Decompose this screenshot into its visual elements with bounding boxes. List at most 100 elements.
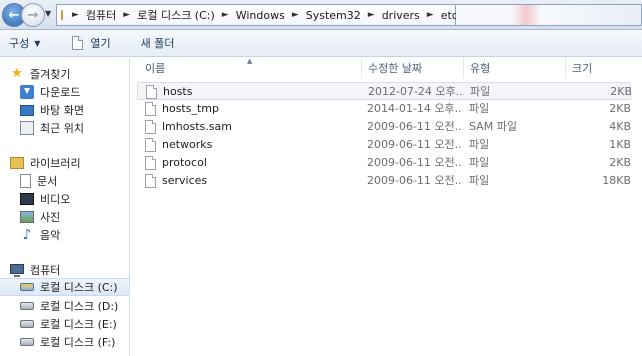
open-label: 열기 bbox=[90, 37, 111, 50]
column-header-date-modified[interactable]: 수정한 날짜 bbox=[361, 58, 463, 78]
pictures-icon bbox=[20, 211, 34, 223]
file-date-modified: 2009-06-11 오전... bbox=[367, 120, 463, 133]
sidebar-item-label: 컴퓨터 bbox=[30, 264, 61, 277]
breadcrumb-chevron-icon[interactable]: ► bbox=[222, 10, 229, 20]
breadcrumb-system32[interactable]: System32 bbox=[306, 9, 361, 22]
computer-icon bbox=[10, 264, 24, 277]
sidebar-item-pictures[interactable]: 사진 bbox=[0, 208, 129, 226]
file-name: hosts bbox=[163, 85, 193, 98]
sidebar-item-label: 로컬 디스크 (D:) bbox=[40, 300, 119, 313]
file-row[interactable]: services 2009-06-11 오전... 파일 18KB bbox=[137, 172, 631, 190]
breadcrumb-local-disk-c[interactable]: 로컬 디스크 (C:) bbox=[137, 7, 215, 23]
breadcrumb-drivers[interactable]: drivers bbox=[382, 9, 420, 22]
file-size: 2KB bbox=[610, 85, 632, 98]
sidebar-item-label: 바탕 화면 bbox=[40, 104, 84, 117]
file-icon bbox=[145, 156, 156, 170]
sidebar-libraries[interactable]: 라이브러리 bbox=[0, 154, 129, 172]
column-header-size[interactable]: 크기 bbox=[565, 58, 642, 78]
forward-button[interactable]: → bbox=[21, 3, 45, 27]
command-bar: 구성 ▼ 열기 새 폴더 bbox=[0, 30, 642, 57]
file-row[interactable]: hosts_tmp 2014-01-14 오후... 파일 2KB bbox=[137, 100, 631, 118]
sidebar-item-videos[interactable]: 비디오 bbox=[0, 190, 129, 208]
sidebar-item-recent-places[interactable]: 최근 위치 bbox=[0, 119, 129, 137]
music-note-icon: ♪ bbox=[22, 227, 32, 243]
download-folder-icon bbox=[20, 85, 34, 99]
navigation-pane: ★ 즐겨찾기 다운로드 바탕 화면 최근 위치 라이브러리 문서 비디오 사진 … bbox=[0, 58, 130, 356]
open-button[interactable]: 열기 bbox=[63, 30, 119, 57]
file-date-modified: 2009-06-11 오전... bbox=[367, 156, 463, 169]
file-size: 2KB bbox=[609, 102, 631, 115]
breadcrumb-chevron-icon[interactable]: ► bbox=[72, 10, 79, 20]
organize-label: 구성 bbox=[9, 37, 30, 50]
file-row[interactable]: hosts 2012-07-24 오후... 파일 2KB bbox=[137, 82, 632, 100]
file-icon bbox=[145, 102, 156, 116]
breadcrumb-chevron-icon[interactable]: ► bbox=[292, 10, 299, 20]
breadcrumb-chevron-icon[interactable]: ► bbox=[368, 10, 375, 20]
sidebar-item-drive-d[interactable]: 로컬 디스크 (D:) bbox=[0, 297, 129, 315]
folder-icon bbox=[61, 10, 63, 20]
file-size: 1KB bbox=[609, 138, 631, 151]
sidebar-item-drive-e[interactable]: 로컬 디스크 (E:) bbox=[0, 315, 129, 333]
column-header-label: 수정한 날짜 bbox=[368, 62, 423, 75]
sidebar-item-drive-c[interactable]: 로컬 디스크 (C:) bbox=[0, 278, 129, 296]
sidebar-item-label: 사진 bbox=[40, 211, 61, 224]
file-icon bbox=[145, 174, 156, 188]
sidebar-item-label: 최근 위치 bbox=[40, 122, 84, 135]
sidebar-item-desktop[interactable]: 바탕 화면 bbox=[0, 101, 129, 119]
file-row[interactable]: protocol 2009-06-11 오전... 파일 2KB bbox=[137, 154, 631, 172]
star-icon: ★ bbox=[11, 66, 23, 81]
sidebar-item-label: 로컬 디스크 (F:) bbox=[40, 336, 116, 349]
file-size: 2KB bbox=[609, 156, 631, 169]
documents-icon bbox=[20, 174, 31, 188]
organize-button[interactable]: 구성 ▼ bbox=[0, 30, 49, 57]
forward-arrow-icon: → bbox=[27, 7, 39, 23]
file-icon bbox=[145, 120, 156, 134]
new-folder-label: 새 폴더 bbox=[140, 37, 175, 50]
column-header: ▲ 이름 수정한 날짜 유형 크기 bbox=[131, 57, 642, 78]
sidebar-item-label: 로컬 디스크 (C:) bbox=[40, 281, 118, 294]
sidebar-item-label: 즐겨찾기 bbox=[30, 68, 71, 81]
file-date-modified: 2012-07-24 오후... bbox=[368, 85, 464, 98]
breadcrumb-computer[interactable]: 컴퓨터 bbox=[86, 7, 116, 23]
file-type: 파일 bbox=[469, 138, 490, 151]
desktop-icon bbox=[20, 104, 34, 116]
file-date-modified: 2009-06-11 오전... bbox=[367, 138, 463, 151]
file-size: 18KB bbox=[602, 174, 631, 187]
back-arrow-icon: ← bbox=[8, 7, 20, 23]
file-icon bbox=[146, 85, 157, 99]
sidebar-favorites[interactable]: ★ 즐겨찾기 bbox=[0, 65, 129, 83]
library-icon bbox=[10, 157, 24, 169]
hard-drive-icon bbox=[20, 320, 34, 328]
sidebar-item-label: 다운로드 bbox=[40, 86, 81, 99]
column-header-name[interactable]: ▲ 이름 bbox=[131, 57, 361, 78]
column-header-type[interactable]: 유형 bbox=[463, 58, 565, 78]
breadcrumb[interactable]: ► 컴퓨터 ► 로컬 디스크 (C:) ► Windows ► System32… bbox=[56, 4, 458, 26]
file-type: 파일 bbox=[469, 156, 490, 169]
breadcrumb-chevron-icon[interactable]: ► bbox=[427, 10, 434, 20]
file-list: ▲ 이름 수정한 날짜 유형 크기 hosts 2012-07-24 오후...… bbox=[131, 57, 642, 356]
recent-pages-dropdown-icon[interactable]: ▼ bbox=[45, 9, 51, 18]
file-row[interactable]: networks 2009-06-11 오전... 파일 1KB bbox=[137, 136, 631, 154]
dropdown-arrow-icon: ▼ bbox=[34, 38, 41, 48]
sidebar-item-documents[interactable]: 문서 bbox=[0, 172, 129, 190]
file-name: networks bbox=[162, 138, 213, 151]
file-date-modified: 2009-06-11 오전... bbox=[367, 174, 463, 187]
breadcrumb-windows[interactable]: Windows bbox=[236, 9, 285, 22]
sidebar-item-label: 비디오 bbox=[40, 193, 71, 206]
sidebar-item-music[interactable]: ♪ 음악 bbox=[0, 226, 129, 244]
column-header-label: 이름 bbox=[145, 62, 166, 75]
sidebar-item-label: 라이브러리 bbox=[30, 157, 81, 170]
sort-ascending-icon: ▲ bbox=[247, 57, 253, 65]
sidebar-computer[interactable]: 컴퓨터 bbox=[0, 261, 129, 279]
column-header-label: 크기 bbox=[572, 62, 593, 75]
hard-drive-icon bbox=[20, 338, 34, 346]
file-row[interactable]: lmhosts.sam 2009-06-11 오전... SAM 파일 4KB bbox=[137, 118, 631, 136]
sidebar-item-drive-f[interactable]: 로컬 디스크 (F:) bbox=[0, 333, 129, 351]
file-type: SAM 파일 bbox=[469, 120, 517, 133]
new-folder-button[interactable]: 새 폴더 bbox=[132, 30, 184, 57]
breadcrumb-chevron-icon[interactable]: ► bbox=[123, 10, 130, 20]
sidebar-item-downloads[interactable]: 다운로드 bbox=[0, 83, 129, 101]
recent-places-icon bbox=[20, 121, 34, 135]
hard-drive-icon bbox=[20, 302, 34, 310]
file-name: lmhosts.sam bbox=[162, 120, 232, 133]
